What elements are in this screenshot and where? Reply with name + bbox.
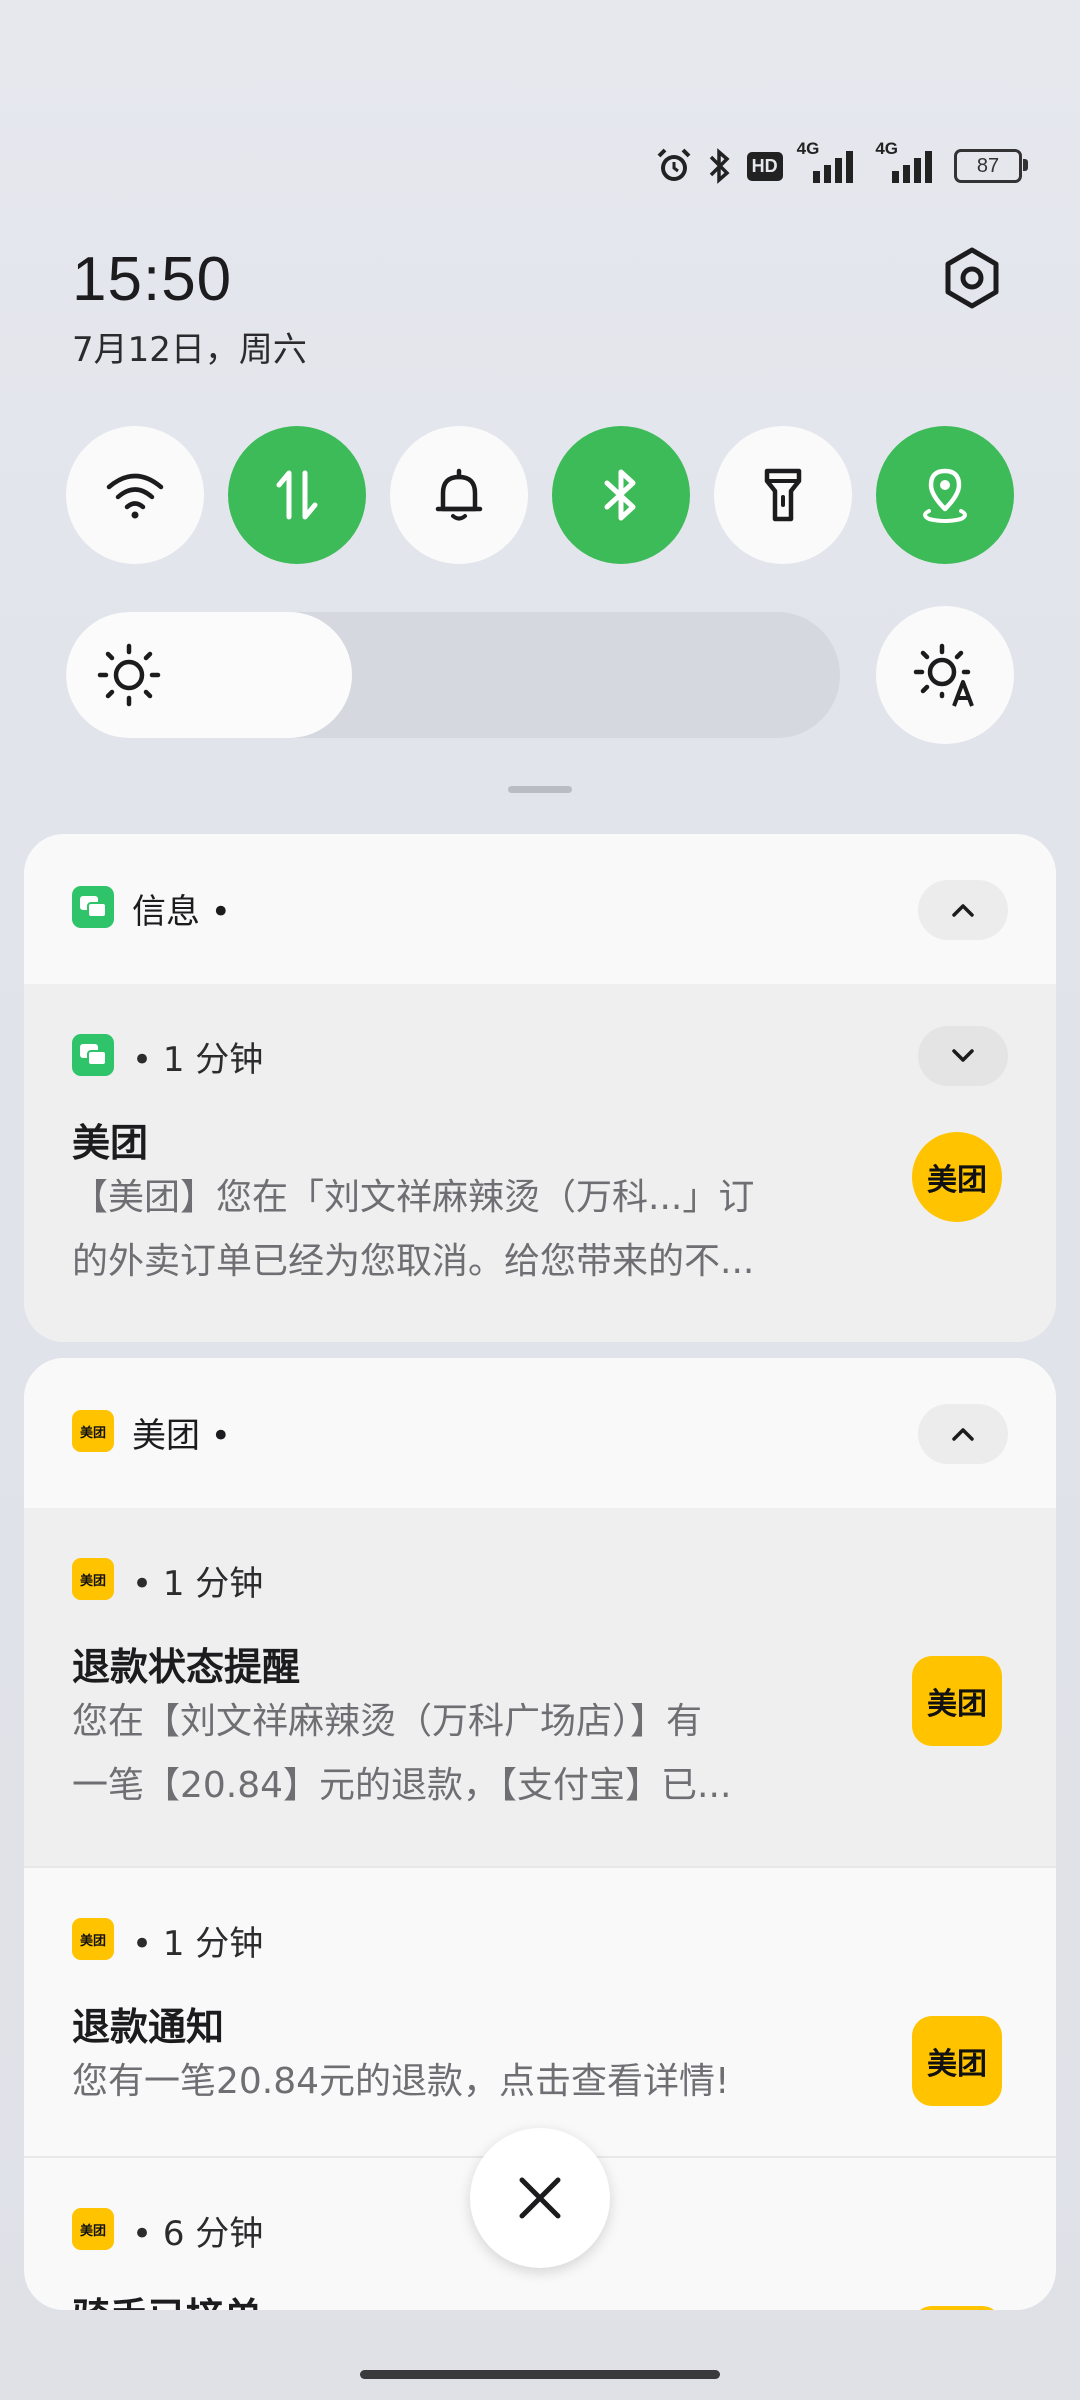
- battery-icon: 87: [954, 149, 1028, 183]
- home-gesture-bar[interactable]: [360, 2370, 720, 2379]
- meituan-app-icon: 美团: [72, 1410, 114, 1452]
- bluetooth-icon: [709, 148, 730, 184]
- notification-body: 您在【刘文祥麻辣烫（万科广场店）】有 一笔【20.84】元的退款，【支付宝】已.…: [72, 1701, 732, 1806]
- bluetooth-icon: [604, 469, 636, 521]
- meituan-thumbnail: 美团: [912, 2016, 1002, 2106]
- clock-time: 15:50: [72, 245, 233, 314]
- auto-brightness-icon: [913, 643, 974, 707]
- meituan-app-icon: 美团: [72, 1918, 114, 1960]
- flashlight-toggle[interactable]: [714, 426, 852, 564]
- flashlight-icon: [764, 468, 802, 522]
- messages-app-icon: [72, 886, 114, 928]
- notification-title: 退款通知: [72, 2005, 225, 2049]
- chevron-up-icon: [952, 904, 974, 917]
- brightness-slider[interactable]: [66, 612, 840, 738]
- brightness-sun-icon: [97, 643, 161, 707]
- notification-title: 退款状态提醒: [72, 1645, 301, 1689]
- close-icon: [519, 2177, 561, 2219]
- group-header[interactable]: 信息 •: [24, 834, 1056, 984]
- collapse-group-button[interactable]: [918, 1404, 1008, 1464]
- notification-item[interactable]: • 1 分钟 美团 【美团】您在「刘文祥麻辣烫（万科...」订 的外卖订单已经为…: [24, 984, 1056, 1342]
- clear-all-button[interactable]: [470, 2128, 610, 2268]
- meituan-thumbnail: 美团: [912, 1656, 1002, 1746]
- group-app-name: 信息 •: [132, 892, 231, 932]
- notification-time: • 6 分钟: [132, 2214, 264, 2254]
- notification-time: • 1 分钟: [132, 1040, 264, 1080]
- wifi-toggle[interactable]: [66, 426, 204, 564]
- mobile-data-icon: [276, 470, 318, 520]
- wifi-icon: [106, 473, 164, 519]
- collapse-group-button[interactable]: [918, 880, 1008, 940]
- chevron-down-icon: [952, 1049, 974, 1062]
- group-app-name: 美团 •: [132, 1416, 231, 1456]
- panel-drag-handle[interactable]: [508, 786, 572, 793]
- notification-title: 美团: [72, 1121, 149, 1165]
- messages-app-icon: [72, 1034, 114, 1076]
- location-toggle[interactable]: [876, 426, 1014, 564]
- notification-time: • 1 分钟: [132, 1924, 264, 1964]
- meituan-avatar: 美团: [912, 1132, 1002, 1222]
- meituan-thumbnail: 美团: [912, 2306, 1002, 2310]
- alarm-icon: [657, 148, 691, 181]
- notification-item[interactable]: 美团 • 1 分钟 退款通知 您有一笔20.84元的退款，点击查看详情! 美团: [24, 1866, 1056, 2158]
- date-label: 7月12日，周六: [72, 330, 307, 370]
- bell-icon: [435, 468, 483, 521]
- notification-title: 骑手已接单: [72, 2286, 262, 2310]
- mobile-data-toggle[interactable]: [228, 426, 366, 564]
- notification-time: • 1 分钟: [132, 1564, 264, 1604]
- auto-brightness-toggle[interactable]: [876, 606, 1014, 744]
- bluetooth-toggle[interactable]: [552, 426, 690, 564]
- location-pin-icon: [923, 468, 967, 523]
- ring-toggle[interactable]: [390, 426, 528, 564]
- status-bar: HD 4G 4G 87: [655, 139, 1028, 192]
- signal-4g-icon: 4G: [875, 139, 940, 183]
- meituan-app-icon: 美团: [72, 1558, 114, 1600]
- notification-group-messages: 信息 • • 1 分钟 美团 【美团】您在「刘文祥麻辣烫（万科...」订 的外卖…: [24, 834, 1056, 1342]
- notification-body: 【美团】您在「刘文祥麻辣烫（万科...」订 的外卖订单已经为您取消。给您带来的不…: [72, 1177, 755, 1282]
- settings-gear-icon[interactable]: [940, 246, 1004, 310]
- signal-4g-icon: 4G: [797, 139, 862, 183]
- meituan-app-icon: 美团: [72, 2208, 114, 2250]
- group-header[interactable]: 美团 美团 •: [24, 1358, 1056, 1508]
- chevron-up-icon: [952, 1428, 974, 1441]
- notification-body: 您有一笔20.84元的退款，点击查看详情!: [72, 2061, 730, 2102]
- hd-icon: HD: [746, 151, 783, 181]
- notification-item[interactable]: 美团 • 1 分钟 退款状态提醒 您在【刘文祥麻辣烫（万科广场店）】有 一笔【2…: [24, 1508, 1056, 1866]
- expand-notification-button[interactable]: [918, 1026, 1008, 1086]
